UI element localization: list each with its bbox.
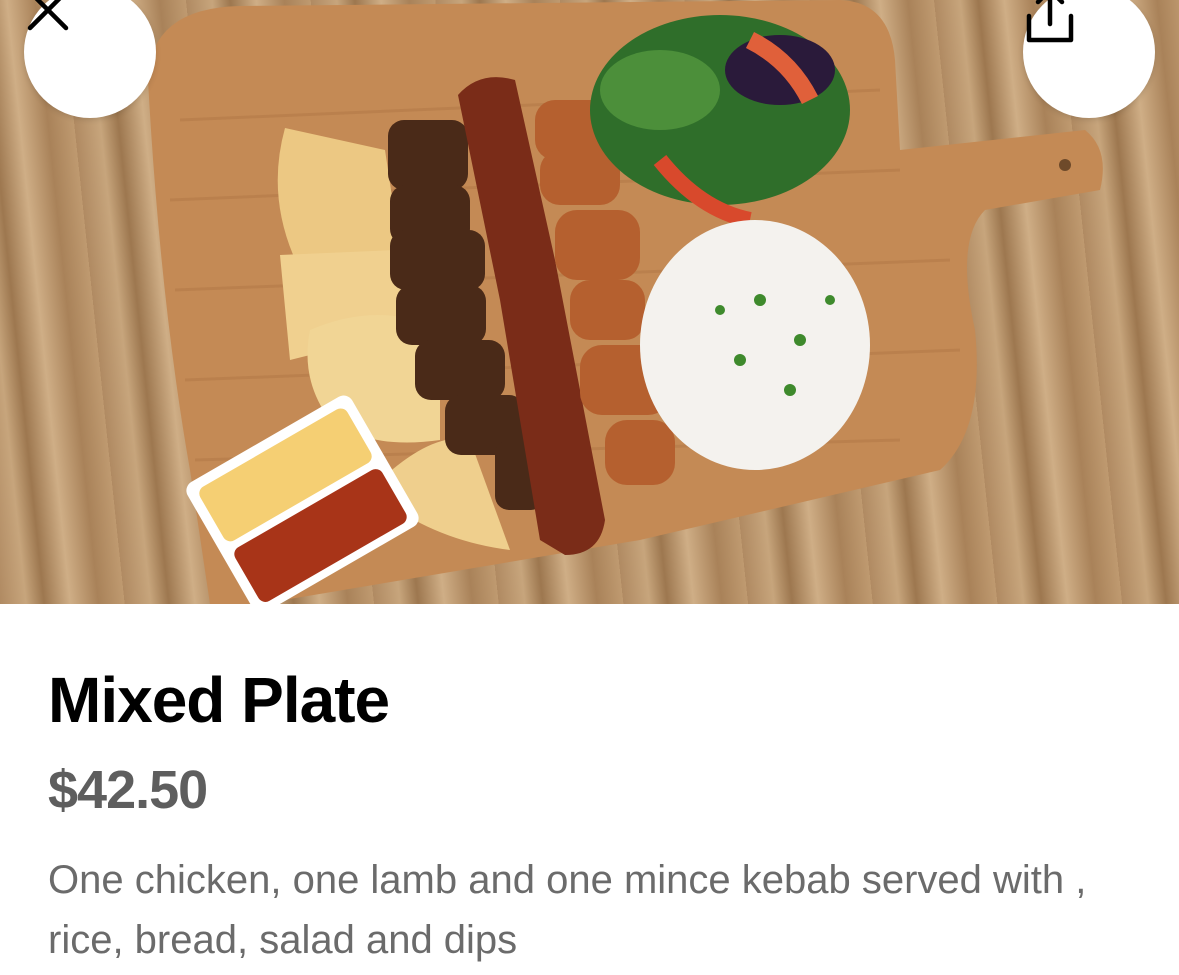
share-icon <box>1026 0 1074 43</box>
item-price: $42.50 <box>48 760 208 820</box>
item-description: One chicken, one lamb and one mince keba… <box>48 858 1087 962</box>
item-hero-image <box>0 0 1179 604</box>
close-icon <box>27 0 69 31</box>
food-photo <box>148 0 1103 604</box>
item-title: Mixed Plate <box>48 664 390 736</box>
rice <box>640 220 870 470</box>
item-details: Mixed Plate $42.50 One chicken, one lamb… <box>48 604 1138 970</box>
